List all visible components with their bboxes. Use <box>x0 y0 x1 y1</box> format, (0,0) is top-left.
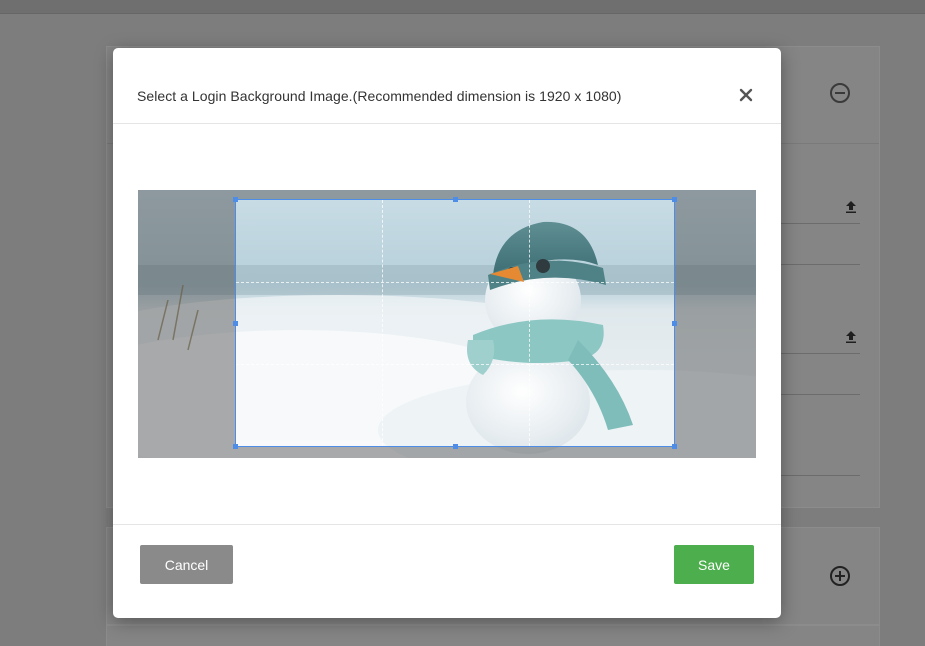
crop-handle-se[interactable] <box>672 444 677 449</box>
crop-handle-w[interactable] <box>233 321 238 326</box>
save-button[interactable]: Save <box>674 545 754 584</box>
background-field-underline <box>781 223 860 224</box>
background-field-underline <box>781 394 860 395</box>
background-field-underline <box>781 264 860 265</box>
crop-guide-horizontal <box>236 282 674 283</box>
crop-shade-left <box>138 190 235 458</box>
crop-handle-sw[interactable] <box>233 444 238 449</box>
crop-handle-ne[interactable] <box>672 197 677 202</box>
minus-circle-icon[interactable] <box>830 83 850 103</box>
crop-guide-vertical <box>529 200 530 446</box>
background-field-underline <box>781 475 860 476</box>
background-image-modal: Select a Login Background Image.(Recomme… <box>113 48 781 618</box>
modal-footer: Cancel Save <box>113 524 781 618</box>
crop-handle-s[interactable] <box>453 444 458 449</box>
crop-selection-box[interactable] <box>233 197 677 449</box>
upload-icon[interactable] <box>846 201 856 213</box>
modal-header: Select a Login Background Image.(Recomme… <box>113 48 781 124</box>
modal-title: Select a Login Background Image.(Recomme… <box>137 88 622 104</box>
cancel-button[interactable]: Cancel <box>140 545 233 584</box>
upload-icon[interactable] <box>846 331 856 343</box>
crop-guide-vertical <box>382 200 383 446</box>
image-cropper[interactable] <box>138 190 756 458</box>
background-field-underline <box>781 353 860 354</box>
crop-handle-n[interactable] <box>453 197 458 202</box>
crop-guide-horizontal <box>236 364 674 365</box>
background-topbar <box>0 0 925 14</box>
background-collapsed-card <box>106 625 880 646</box>
plus-circle-icon[interactable] <box>830 566 850 586</box>
crop-handle-e[interactable] <box>672 321 677 326</box>
crop-shade-right <box>675 190 756 458</box>
close-icon[interactable] <box>737 86 755 104</box>
crop-handle-nw[interactable] <box>233 197 238 202</box>
